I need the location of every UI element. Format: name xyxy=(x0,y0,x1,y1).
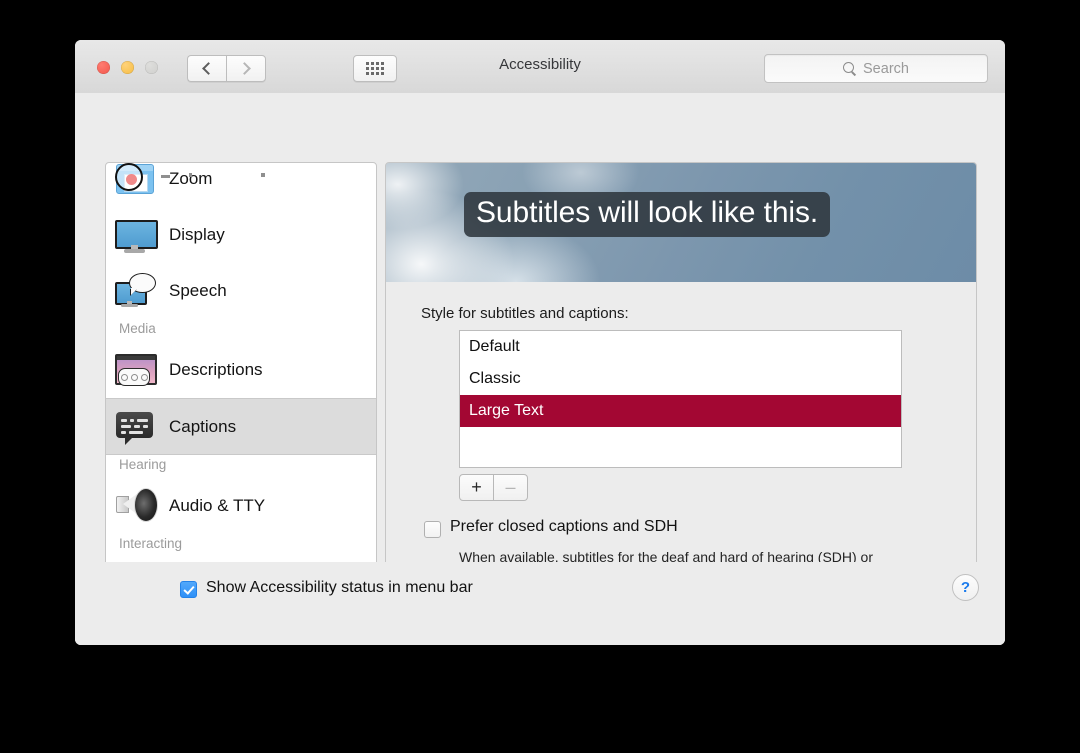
remove-style-button[interactable]: – xyxy=(494,474,528,501)
add-style-button[interactable]: + xyxy=(459,474,494,501)
style-list-buttons: + – xyxy=(459,474,528,501)
style-name: Default xyxy=(469,338,520,355)
style-name: Large Text xyxy=(469,402,544,419)
search-icon xyxy=(843,62,856,75)
search-input[interactable]: Search xyxy=(764,54,988,83)
sidebar-item-label-partial xyxy=(161,173,276,179)
style-list-label: Style for subtitles and captions: xyxy=(421,305,629,322)
window-titlebar: Accessibility Search xyxy=(75,40,1005,94)
sidebar-group-hearing: Hearing xyxy=(119,457,167,472)
list-item[interactable]: Default xyxy=(460,331,901,363)
help-button[interactable]: ? xyxy=(952,574,979,601)
sidebar-item-label: Speech xyxy=(169,280,227,300)
audio-tty-icon xyxy=(112,483,158,528)
show-status-checkbox-row[interactable]: Show Accessibility status in menu bar xyxy=(180,578,473,598)
display-icon xyxy=(112,212,158,257)
sidebar-group-interacting: Interacting xyxy=(119,536,183,551)
list-item[interactable]: Classic xyxy=(460,363,901,395)
sidebar-item-descriptions[interactable]: Descriptions xyxy=(106,342,376,398)
accessibility-feature-list[interactable]: Zoom Display Speech Media Descriptions C… xyxy=(105,162,377,616)
zoom-icon xyxy=(112,163,157,201)
prefer-sdh-label: Prefer closed captions and SDH xyxy=(450,518,678,535)
sidebar-item-label: Captions xyxy=(169,416,237,436)
sidebar-item-audio-tty[interactable]: Audio & TTY xyxy=(106,478,376,534)
captions-settings-panel: Subtitles will look like this. Style for… xyxy=(385,162,977,616)
sidebar-item-zoom[interactable]: Zoom xyxy=(106,163,376,207)
show-status-checkbox[interactable] xyxy=(180,581,197,598)
sidebar-item-label: Descriptions xyxy=(169,359,263,379)
style-name: Classic xyxy=(469,370,521,387)
sidebar-item-display[interactable]: Display xyxy=(106,207,376,263)
prefer-sdh-checkbox[interactable] xyxy=(424,521,441,538)
caption-preview-text: Subtitles will look like this. xyxy=(464,192,831,237)
window-bottom-bar: Show Accessibility status in menu bar ? xyxy=(75,562,1005,645)
sidebar-item-label: Display xyxy=(169,224,225,244)
descriptions-icon xyxy=(112,347,157,392)
sidebar-group-media: Media xyxy=(119,321,156,336)
captions-icon xyxy=(112,404,157,449)
search-placeholder: Search xyxy=(863,60,909,77)
subtitle-preview: Subtitles will look like this. xyxy=(386,163,976,282)
sidebar-item-label: Audio & TTY xyxy=(169,495,266,515)
show-status-label: Show Accessibility status in menu bar xyxy=(206,579,473,596)
prefer-sdh-checkbox-row[interactable]: Prefer closed captions and SDH xyxy=(424,518,678,538)
window-content: Zoom Display Speech Media Descriptions C… xyxy=(75,93,1005,645)
sidebar-item-captions[interactable]: Captions xyxy=(106,398,376,455)
system-preferences-window: Accessibility Search Zoom Display Speech… xyxy=(75,40,1005,645)
sidebar-item-speech[interactable]: Speech xyxy=(106,263,376,319)
list-item-selected[interactable]: Large Text xyxy=(460,395,901,427)
subtitle-style-list[interactable]: Default Classic Large Text xyxy=(459,330,902,468)
speech-icon xyxy=(112,268,157,313)
